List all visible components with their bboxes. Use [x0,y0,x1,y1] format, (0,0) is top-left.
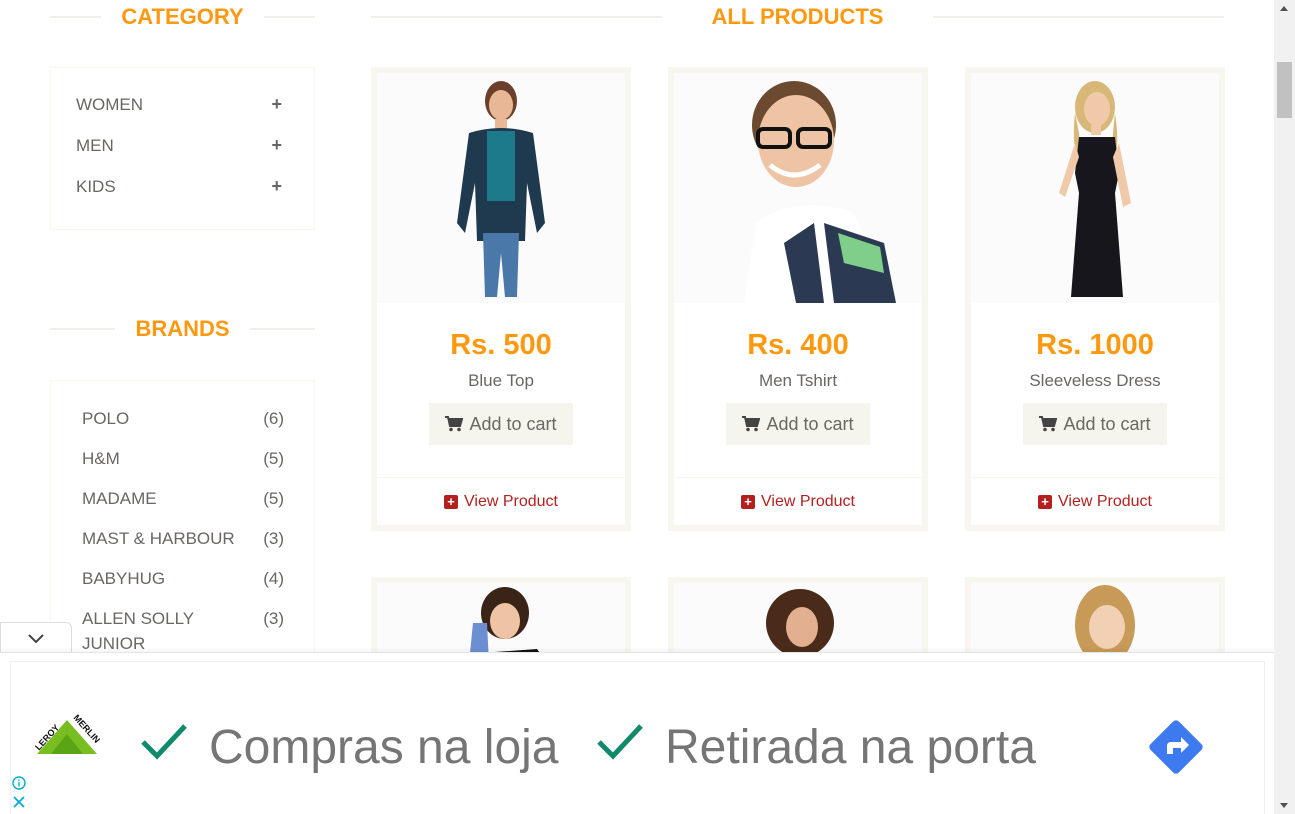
brand-name: BABYHUG [82,569,166,588]
product-price: Rs. 500 [450,329,552,361]
scrollbar-thumb[interactable] [1277,62,1292,118]
directions-icon[interactable] [1147,718,1205,776]
product-price: Rs. 400 [747,329,849,361]
info-icon[interactable] [12,776,26,790]
brand-name: MADAME [82,489,157,508]
ad-collapse-toggle[interactable] [0,622,72,654]
scroll-down-arrow-icon[interactable] [1280,803,1288,808]
category-item-kids[interactable]: KIDS + [76,176,282,197]
cart-icon [742,416,761,432]
brand-name: MAST & HARBOUR [82,529,235,548]
view-product-label: View Product [1058,492,1152,510]
add-to-cart-label: Add to cart [469,413,557,434]
vertical-scrollbar[interactable] [1274,0,1295,814]
product-card [371,577,631,657]
category-label: MEN [76,135,114,155]
category-title: CATEGORY [121,4,244,29]
brand-count: (4) [263,569,284,588]
product-card: Rs. 500 Blue Top Add to cart + View Prod… [371,67,631,531]
category-item-men[interactable]: MEN + [76,135,282,156]
plus-square-icon: + [1038,494,1052,509]
plus-icon[interactable]: + [271,94,282,115]
brand-item-hm[interactable]: H&M (5) [82,446,284,471]
cart-icon [445,416,464,432]
brand-name: POLO [82,409,130,428]
products-title: ALL PRODUCTS [711,4,884,29]
product-image[interactable] [377,73,625,303]
product-card: Rs. 1000 Sleeveless Dress Add to cart + … [965,67,1225,531]
category-label: KIDS [76,176,116,196]
brand-item-mast-harbour[interactable]: MAST & HARBOUR (3) [82,526,284,551]
plus-square-icon: + [444,494,458,509]
add-to-cart-label: Add to cart [766,413,854,434]
product-price: Rs. 1000 [1036,329,1154,361]
brand-count: (6) [263,409,284,428]
brand-item-allen-solly-junior[interactable]: ALLEN SOLLY JUNIOR (3) [82,606,284,656]
product-image[interactable] [674,583,922,657]
brands-title: BRANDS [135,316,230,341]
category-item-women[interactable]: WOMEN + [76,94,282,115]
divider [50,16,102,18]
ad-content[interactable]: Compras na loja Retirada na porta [10,661,1265,814]
product-card [965,577,1225,657]
add-to-cart-label: Add to cart [1063,413,1151,434]
divider [263,16,316,18]
product-image[interactable] [971,73,1219,303]
close-icon[interactable] [12,795,26,809]
product-card: Rs. 400 Men Tshirt Add to cart + View Pr… [668,67,928,531]
product-image[interactable] [377,583,625,657]
divider [249,328,315,330]
cart-icon [1039,416,1058,432]
plus-icon[interactable]: + [271,135,282,156]
add-to-cart-button[interactable]: Add to cart [726,403,870,445]
view-product-link[interactable]: + View Product [674,477,922,525]
view-product-label: View Product [761,492,855,510]
checkmark-icon [141,724,187,760]
plus-square-icon: + [741,494,755,509]
view-product-label: View Product [464,492,558,510]
product-name: Blue Top [468,371,534,390]
ad-banner[interactable]: Compras na loja Retirada na porta [0,652,1274,814]
divider [50,328,116,330]
brand-count: (5) [263,489,284,508]
brand-name: H&M [82,449,120,468]
leroy-merlin-logo: LEROY MERLIN [33,713,102,754]
brand-item-polo[interactable]: POLO (6) [82,406,284,431]
view-product-link[interactable]: + View Product [971,477,1219,525]
brand-name: ALLEN SOLLY JUNIOR [82,609,194,653]
divider [933,16,1224,18]
product-image[interactable] [674,73,922,303]
add-to-cart-button[interactable]: Add to cart [1023,403,1167,445]
product-card [668,577,928,657]
brand-item-madame[interactable]: MADAME (5) [82,486,284,511]
add-to-cart-button[interactable]: Add to cart [429,403,573,445]
scroll-up-arrow-icon[interactable] [1280,6,1288,11]
product-name: Men Tshirt [758,371,838,390]
brand-count: (3) [263,529,284,548]
chevron-down-icon [28,633,44,643]
brands-title-row: BRANDS [50,316,315,342]
brand-count: (3) [263,609,284,628]
ad-text-pickup: Retirada na porta [665,721,1036,774]
plus-icon[interactable]: + [271,176,282,197]
product-image[interactable] [971,583,1219,657]
category-label: WOMEN [76,94,144,114]
brand-item-babyhug[interactable]: BABYHUG (4) [82,566,284,591]
divider [371,16,662,18]
view-product-link[interactable]: + View Product [377,477,625,525]
category-panel: WOMEN + MEN + KIDS + [50,67,315,230]
brand-count: (5) [263,449,284,468]
product-name: Sleeveless Dress [1029,371,1161,390]
ad-text-store: Compras na loja [209,721,559,774]
checkmark-icon [597,724,643,760]
category-title-row: CATEGORY [50,4,316,30]
products-title-row: ALL PRODUCTS [371,4,1224,30]
brands-panel: POLO (6) H&M (5) MADAME (5) MAST & HARBO… [50,380,315,670]
